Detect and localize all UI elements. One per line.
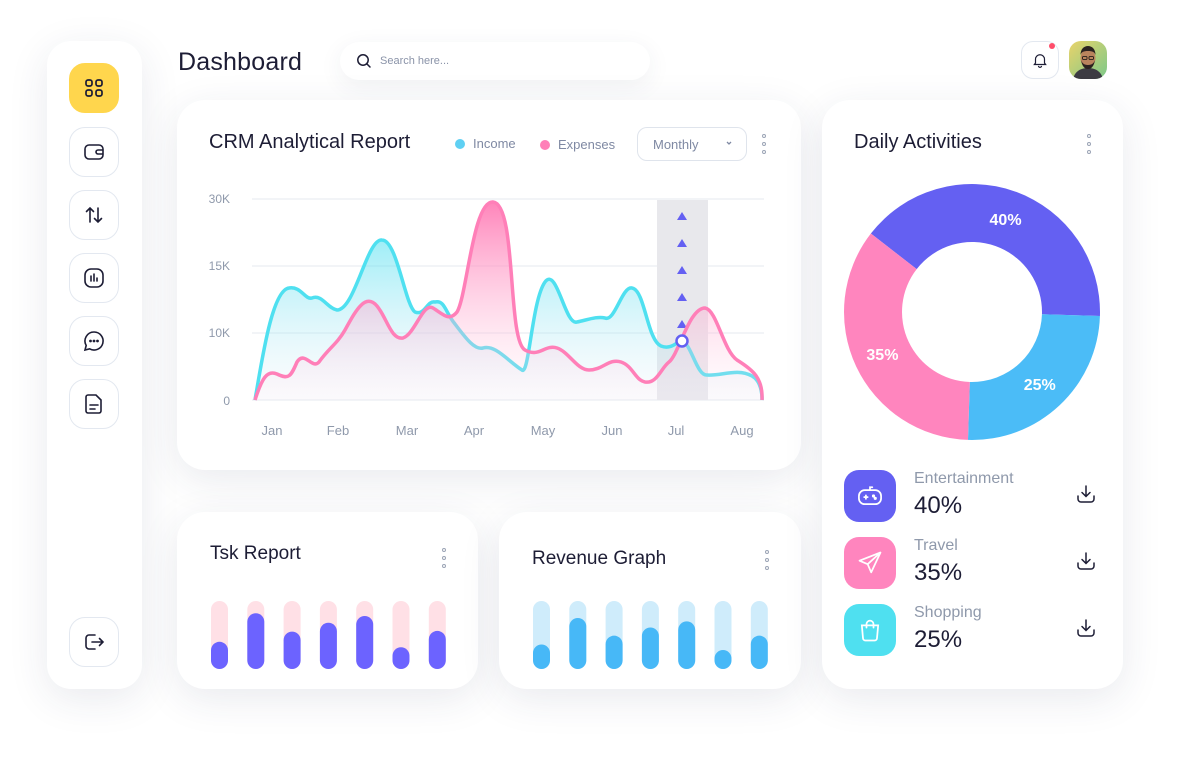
task-bar — [211, 641, 228, 669]
y-tick-10k: 10K — [209, 326, 230, 340]
activities-donut-chart: 40% 25% 35% — [844, 184, 1100, 440]
donut-slice[interactable] — [844, 233, 970, 440]
search-input[interactable] — [380, 55, 620, 67]
revenue-bar — [678, 621, 696, 669]
y-tick-15k: 15K — [209, 259, 230, 273]
revenue-bar — [605, 635, 623, 669]
sidebar-item-messages[interactable] — [69, 316, 119, 366]
search-icon — [357, 54, 371, 68]
x-tick-mar: Mar — [396, 423, 419, 438]
task-report-card: Tsk Report — [177, 512, 478, 689]
activity-shopping-icon-box — [844, 604, 896, 656]
task-bar-chart — [211, 601, 446, 669]
y-tick-0: 0 — [223, 394, 230, 408]
gamepad-icon — [858, 486, 882, 506]
activity-entertainment-value: 40% — [914, 492, 963, 519]
page-title: Dashboard — [178, 48, 303, 76]
notifications-button[interactable] — [1021, 41, 1059, 79]
x-tick-may: May — [531, 423, 556, 438]
crm-area-chart: 30K 15K 10K 0 Jan Feb Mar Apr May Jun Ju… — [209, 192, 764, 438]
x-tick-jul: Jul — [668, 423, 685, 438]
activity-shopping[interactable]: Shopping 25% — [844, 604, 1104, 656]
activity-travel-value: 35% — [914, 559, 963, 586]
y-tick-30k: 30K — [209, 192, 230, 206]
wallet-icon — [84, 144, 104, 160]
search-bar[interactable] — [340, 42, 650, 80]
task-bar — [392, 647, 410, 669]
download-icon[interactable] — [1074, 549, 1098, 573]
download-icon[interactable] — [1074, 482, 1098, 506]
revenue-bar — [533, 644, 550, 669]
revenue-bar — [641, 627, 659, 669]
donut-slice-label: 25% — [1024, 377, 1056, 394]
sidebar-item-transactions[interactable] — [69, 190, 119, 240]
sidebar-item-wallet[interactable] — [69, 127, 119, 177]
sidebar — [47, 41, 142, 689]
x-tick-feb: Feb — [327, 423, 349, 438]
activity-shopping-value: 25% — [914, 626, 963, 653]
task-bar — [283, 631, 301, 669]
logout-icon — [85, 634, 105, 650]
task-bar — [428, 630, 446, 669]
crm-report-card: CRM Analytical Report Income Expenses Mo… — [177, 100, 801, 470]
task-bar — [356, 615, 374, 669]
activity-entertainment[interactable]: Entertainment 40% — [844, 470, 1104, 522]
grid-icon — [85, 79, 103, 97]
revenue-bar — [750, 635, 768, 669]
x-tick-aug: Aug — [730, 423, 753, 438]
donut-slice[interactable] — [870, 184, 1100, 317]
chat-icon — [83, 331, 104, 352]
logout-button[interactable] — [69, 617, 119, 667]
revenue-bar — [569, 618, 587, 669]
document-icon — [85, 394, 102, 414]
revenue-bar — [714, 649, 732, 669]
x-tick-jan: Jan — [262, 423, 283, 438]
x-tick-apr: Apr — [464, 423, 485, 438]
bell-icon — [1033, 54, 1047, 68]
revenue-graph-card: Revenue Graph — [499, 512, 801, 689]
transfer-arrows-icon — [85, 206, 103, 224]
notification-badge — [1049, 43, 1055, 49]
sidebar-item-analytics[interactable] — [69, 253, 119, 303]
avatar-image — [1069, 41, 1107, 79]
revenue-bar-chart — [533, 601, 768, 669]
sidebar-item-documents[interactable] — [69, 379, 119, 429]
x-tick-jun: Jun — [602, 423, 623, 438]
donut-slice-label: 35% — [866, 347, 898, 364]
activity-entertainment-label: Entertainment — [914, 470, 1014, 487]
user-avatar[interactable] — [1069, 41, 1107, 79]
activity-travel-label: Travel — [914, 537, 958, 554]
activity-travel[interactable]: Travel 35% — [844, 537, 1104, 589]
bar-chart-icon — [84, 268, 104, 288]
activity-entertainment-icon-box — [844, 470, 896, 522]
download-icon[interactable] — [1074, 616, 1098, 640]
paper-plane-icon — [858, 551, 882, 574]
activity-travel-icon-box — [844, 537, 896, 589]
activity-shopping-label: Shopping — [914, 604, 982, 621]
shopping-bag-icon — [860, 619, 880, 642]
donut-slice-label: 40% — [990, 212, 1022, 229]
highlight-point[interactable] — [675, 334, 689, 348]
task-bar — [247, 613, 265, 669]
task-bar — [319, 622, 337, 669]
sidebar-item-dashboard[interactable] — [69, 63, 119, 113]
daily-activities-card: Daily Activities 40% 25% 35% Entertainment… — [822, 100, 1123, 689]
